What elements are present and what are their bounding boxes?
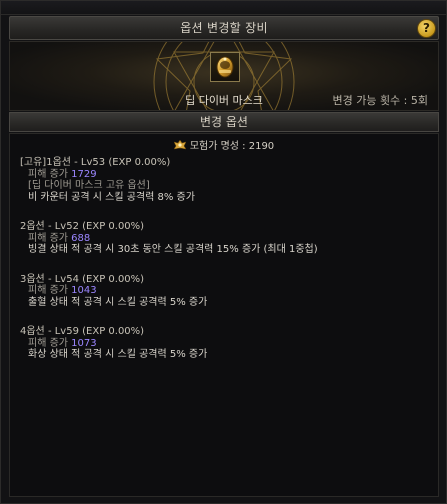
damage-line: 피해 증가 1073 [20, 338, 428, 350]
options-content: 모험가 명성 : 2190 [고유]1옵션 - Lv53 (EXP 0.00%)… [9, 133, 439, 497]
section-header-change-options: 변경 옵션 [9, 112, 439, 132]
damage-label: 피해 증가 [28, 285, 72, 296]
damage-line: 피해 증가 688 [20, 233, 428, 245]
help-button[interactable]: ? [417, 19, 436, 38]
title-bar: 옵션 변경할 장비 ? [9, 16, 439, 40]
unique-option-note: [딥 다이버 마스크 고유 옵션] [28, 180, 150, 191]
damage-label: 피해 증가 [28, 337, 72, 349]
damage-value: 688 [71, 232, 91, 244]
option-effect: 비 카운터 공격 시 스킬 공격력 8% 증가 [28, 191, 195, 203]
window-top-strip [1, 1, 446, 15]
option-effect: 화상 상태 적 공격 시 스킬 공격력 5% 증가 [28, 349, 208, 360]
fame-row: 모험가 명성 : 2190 [20, 140, 428, 153]
window-title: 옵션 변경할 장비 [180, 21, 268, 35]
option-header: 2옵션 - Lv52 (EXP 0.00%) [20, 221, 145, 232]
damage-value: 1073 [71, 337, 97, 349]
option-block-3: 3옵션 - Lv54 (EXP 0.00%) 피해 증가 1043 출혈 상태 … [20, 274, 428, 309]
damage-line: 피해 증가 1043 [20, 285, 428, 297]
option-block-4: 4옵션 - Lv59 (EXP 0.00%) 피해 증가 1073 화상 상태 … [20, 326, 428, 361]
option-header: 4옵션 - Lv59 (EXP 0.00%) [20, 326, 145, 337]
damage-value: 1043 [71, 285, 97, 296]
mask-item-icon [216, 56, 234, 78]
option-header: 3옵션 - Lv54 (EXP 0.00%) [20, 273, 145, 285]
change-count: 변경 가능 횟수 : 5회 [332, 94, 428, 107]
option-block-2: 2옵션 - Lv52 (EXP 0.00%) 피해 증가 688 빙결 상태 적… [20, 221, 428, 256]
option-effect: 출혈 상태 적 공격 시 스킬 공격력 5% 증가 [28, 296, 208, 308]
damage-value: 1729 [71, 168, 97, 180]
option-block-1: [고유]1옵션 - Lv53 (EXP 0.00%) 피해 증가 1729 [딥… [20, 157, 428, 203]
equipment-panel: 딥 다이버 마스크 변경 가능 횟수 : 5회 [9, 41, 439, 111]
damage-label: 피해 증가 [28, 168, 72, 180]
option-header: [고유]1옵션 - Lv53 (EXP 0.00%) [20, 157, 171, 168]
fame-crest-icon [173, 140, 186, 150]
equipment-slot[interactable] [210, 52, 240, 82]
fame-label: 모험가 명성 : 2190 [189, 141, 275, 152]
option-effect: 빙결 상태 적 공격 시 30초 동안 스킬 공격력 15% 증가 (최대 1중… [28, 244, 318, 255]
option-change-window: 옵션 변경할 장비 ? 딥 다이버 마스크 변경 가능 횟수: 5회 변경 옵… [0, 0, 447, 504]
damage-line: 피해 증가 1729 [20, 169, 428, 181]
damage-label: 피해 증가 [28, 232, 72, 244]
